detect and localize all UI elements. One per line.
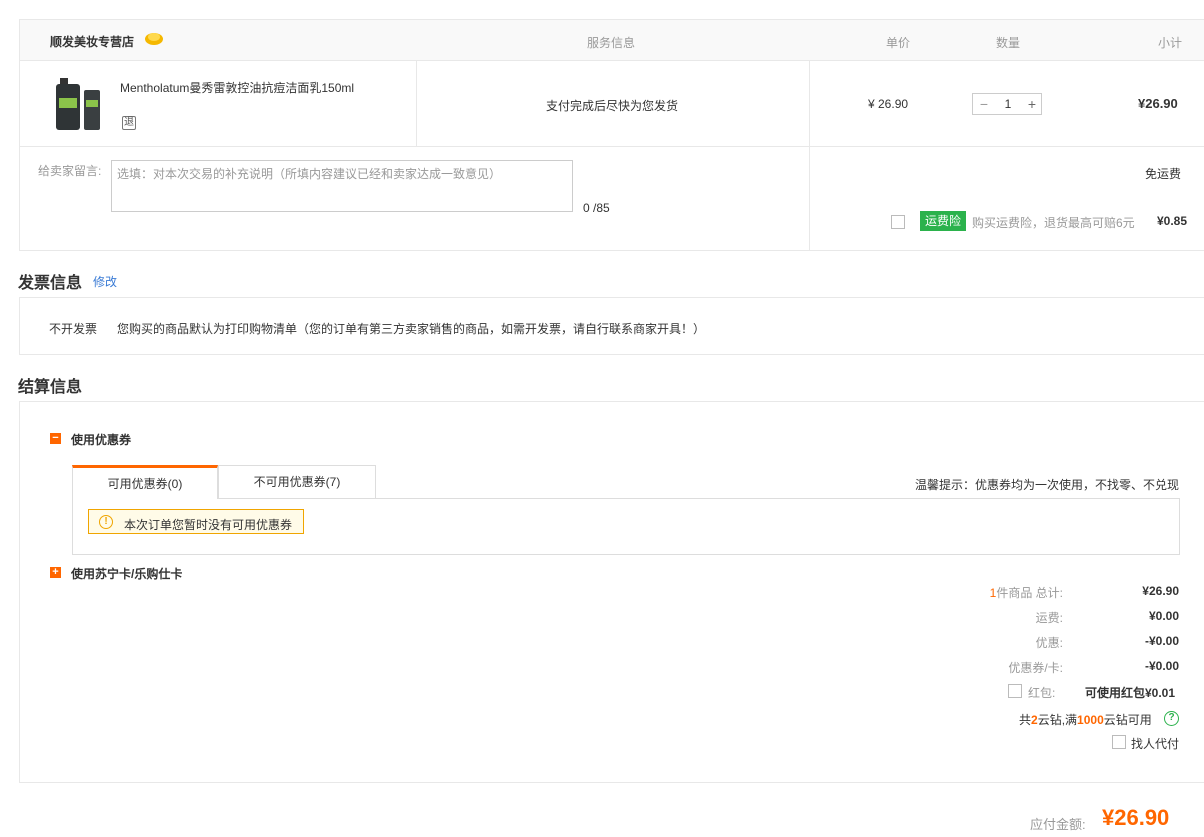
message-char-count: 0 /85 xyxy=(583,201,610,215)
diamond-count: 2 xyxy=(1031,713,1038,727)
redpack-label: 红包: xyxy=(1028,686,1056,700)
summary-discount: -¥0.00 xyxy=(1144,634,1179,648)
invoice-type: 不开发票 xyxy=(49,322,98,336)
product-subtotal: ¥26.90 xyxy=(1138,96,1178,111)
insurance-checkbox[interactable] xyxy=(891,215,905,229)
invoice-desc: 您购买的商品默认为打印购物清单（您的订单有第三方卖家销售的商品，如需开发票，请自… xyxy=(117,322,706,336)
card-section-label[interactable]: 使用苏宁卡/乐购仕卡 xyxy=(71,565,182,582)
help-icon[interactable]: ? xyxy=(1164,711,1179,726)
invoice-edit-link[interactable]: 修改 xyxy=(93,273,117,290)
summary-coupon: -¥0.00 xyxy=(1144,659,1179,673)
coupon-empty-notice: ! 本次订单您暂时没有可用优惠券 xyxy=(88,509,304,534)
divider xyxy=(416,61,417,147)
store-badge-icon xyxy=(145,33,163,45)
summary-shipping-label: 运费: xyxy=(1035,611,1063,625)
pay-for-me-label[interactable]: 找人代付 xyxy=(1131,735,1179,752)
total-amount: ¥26.90 xyxy=(1102,805,1170,830)
seller-message-label: 给卖家留言: xyxy=(38,164,102,178)
message-row: 给卖家留言: 0 /85 免运费 运费险 购买运费险，退货最高可赔6元 ¥0.8… xyxy=(20,147,1204,251)
total-label: 应付金额: xyxy=(1030,817,1086,832)
order-table: 顺发美妆专营店 服务信息 单价 数量 小计 Mentholatum曼秀雷敦控油抗… xyxy=(19,19,1204,251)
column-subtotal: 小计 xyxy=(1158,36,1183,50)
product-image[interactable] xyxy=(50,76,106,134)
warning-icon: ! xyxy=(99,515,113,529)
store-name[interactable]: 顺发美妆专营店 xyxy=(50,33,134,50)
column-quantity: 数量 xyxy=(996,36,1021,50)
redpack-checkbox[interactable] xyxy=(1008,684,1022,698)
order-header: 顺发美妆专营店 服务信息 单价 数量 小计 xyxy=(20,20,1204,61)
invoice-section-title: 发票信息 xyxy=(18,275,83,292)
tab-available-coupons[interactable]: 可用优惠券(0) xyxy=(72,465,218,499)
coupon-collapse-icon[interactable]: − xyxy=(50,433,61,444)
unit-price: ¥ 26.90 xyxy=(868,97,909,111)
insurance-price: ¥0.85 xyxy=(1157,214,1188,228)
settlement-box: − 使用优惠券 可用优惠券(0) 不可用优惠券(7) 温馨提示：优惠券均为一次使… xyxy=(19,401,1204,783)
summary-coupon-label: 优惠券/卡: xyxy=(1008,661,1063,675)
coupon-empty-text: 本次订单您暂时没有可用优惠券 xyxy=(124,518,293,532)
quantity-stepper: − 1 + xyxy=(972,93,1042,115)
shipping-fee: 免运费 xyxy=(1145,167,1182,181)
seller-message-input[interactable] xyxy=(111,160,573,212)
quantity-value[interactable]: 1 xyxy=(995,94,1021,114)
summary-discount-label: 优惠: xyxy=(1035,636,1063,650)
tab-unavailable-coupons[interactable]: 不可用优惠券(7) xyxy=(218,465,376,498)
column-unit-price: 单价 xyxy=(886,36,911,50)
coupon-section-label[interactable]: 使用优惠券 xyxy=(71,431,131,448)
diamond-threshold: 1000 xyxy=(1077,713,1104,727)
quantity-decrease-button[interactable]: − xyxy=(973,94,995,114)
cloud-diamond-info: 共2云钻,满1000云钻可用 xyxy=(1019,713,1152,727)
insurance-badge: 运费险 xyxy=(920,211,967,231)
settlement-section-title: 结算信息 xyxy=(18,379,83,396)
coupon-tip: 温馨提示：优惠券均为一次使用，不找零、不兑现 xyxy=(915,478,1180,492)
insurance-desc: 购买运费险，退货最高可赔6元 xyxy=(972,216,1135,230)
service-info: 支付完成后尽快为您发货 xyxy=(546,99,679,113)
product-title[interactable]: Mentholatum曼秀雷敦控油抗痘洁面乳150ml xyxy=(120,79,354,96)
column-service: 服务信息 xyxy=(587,36,636,50)
quantity-increase-button[interactable]: + xyxy=(1021,94,1043,114)
summary-total: ¥26.90 xyxy=(1142,584,1179,598)
summary-shipping: ¥0.00 xyxy=(1148,609,1179,623)
invoice-box: 不开发票 您购买的商品默认为打印购物清单（您的订单有第三方卖家销售的商品，如需开… xyxy=(19,297,1204,355)
card-expand-icon[interactable]: + xyxy=(50,567,61,578)
summary-count-label: 1件商品 总计: xyxy=(989,586,1063,600)
pay-for-me-checkbox[interactable] xyxy=(1112,735,1126,749)
redpack-value: 可使用红包¥0.01 xyxy=(1085,686,1176,700)
product-row: Mentholatum曼秀雷敦控油抗痘洁面乳150ml 退 支付完成后尽快为您发… xyxy=(20,61,1204,147)
return-policy-icon[interactable]: 退 xyxy=(122,116,136,130)
